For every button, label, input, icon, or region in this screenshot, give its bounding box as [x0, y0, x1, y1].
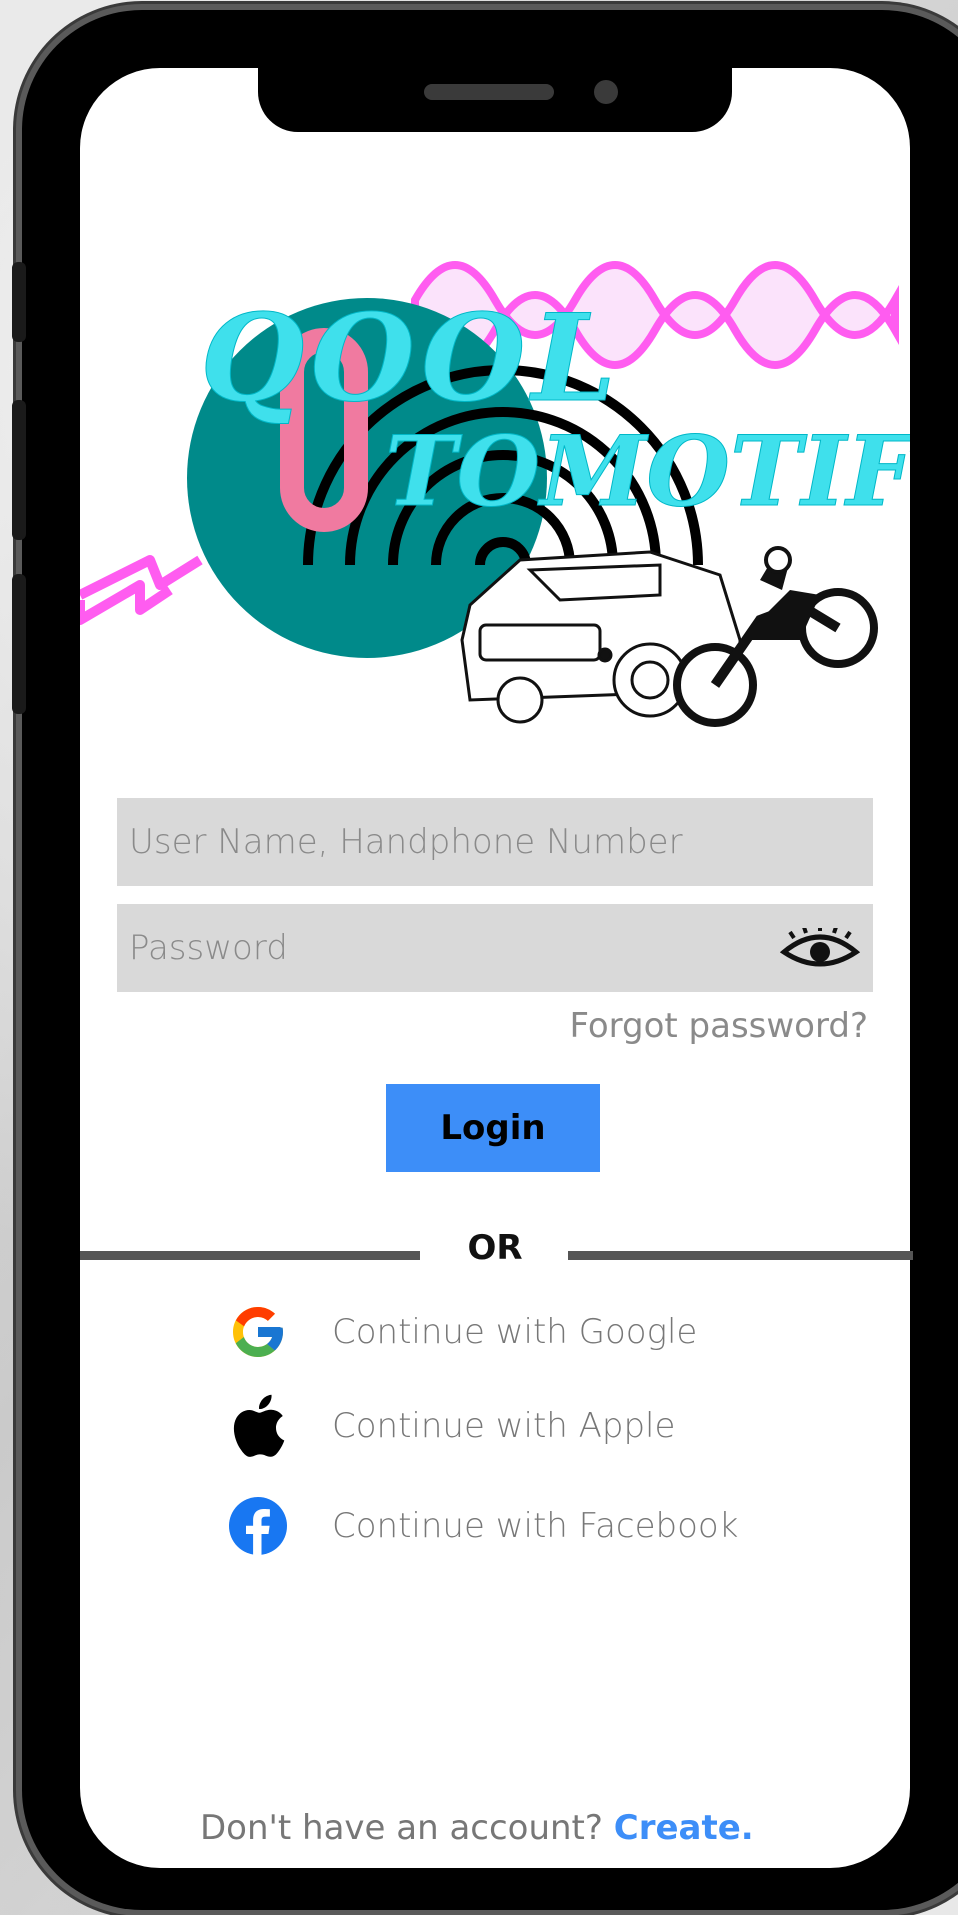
signup-prompt-text: Don't have an account?	[200, 1808, 603, 1848]
login-button[interactable]: Login	[386, 1084, 600, 1172]
google-icon	[226, 1300, 290, 1364]
facebook-icon	[226, 1494, 290, 1558]
facebook-label: Continue with Facebook	[332, 1506, 739, 1546]
continue-with-apple-button[interactable]: Continue with Apple	[226, 1394, 675, 1458]
divider-right	[568, 1251, 913, 1260]
continue-with-facebook-button[interactable]: Continue with Facebook	[226, 1494, 738, 1558]
forgot-password-link[interactable]: Forgot password?	[569, 1006, 868, 1046]
eye-icon[interactable]	[780, 928, 860, 972]
continue-with-google-button[interactable]: Continue with Google	[226, 1300, 697, 1364]
zigzag-decoration	[80, 555, 203, 625]
logo-text-line1: QOOL	[200, 288, 622, 429]
password-input[interactable]	[117, 904, 873, 992]
apple-label: Continue with Apple	[332, 1406, 676, 1446]
logo-text-line2: TOMOTIF	[385, 415, 920, 528]
phone-notch	[258, 68, 732, 132]
signup-prompt: Don't have an account? Create.	[200, 1808, 754, 1848]
apple-icon	[226, 1394, 290, 1458]
notch-speaker	[424, 84, 554, 100]
notch-camera	[594, 80, 618, 104]
divider-left	[80, 1251, 420, 1260]
username-input[interactable]	[117, 798, 873, 886]
or-label: OR	[467, 1228, 523, 1268]
create-account-link[interactable]: Create.	[614, 1808, 754, 1848]
google-label: Continue with Google	[332, 1312, 698, 1352]
